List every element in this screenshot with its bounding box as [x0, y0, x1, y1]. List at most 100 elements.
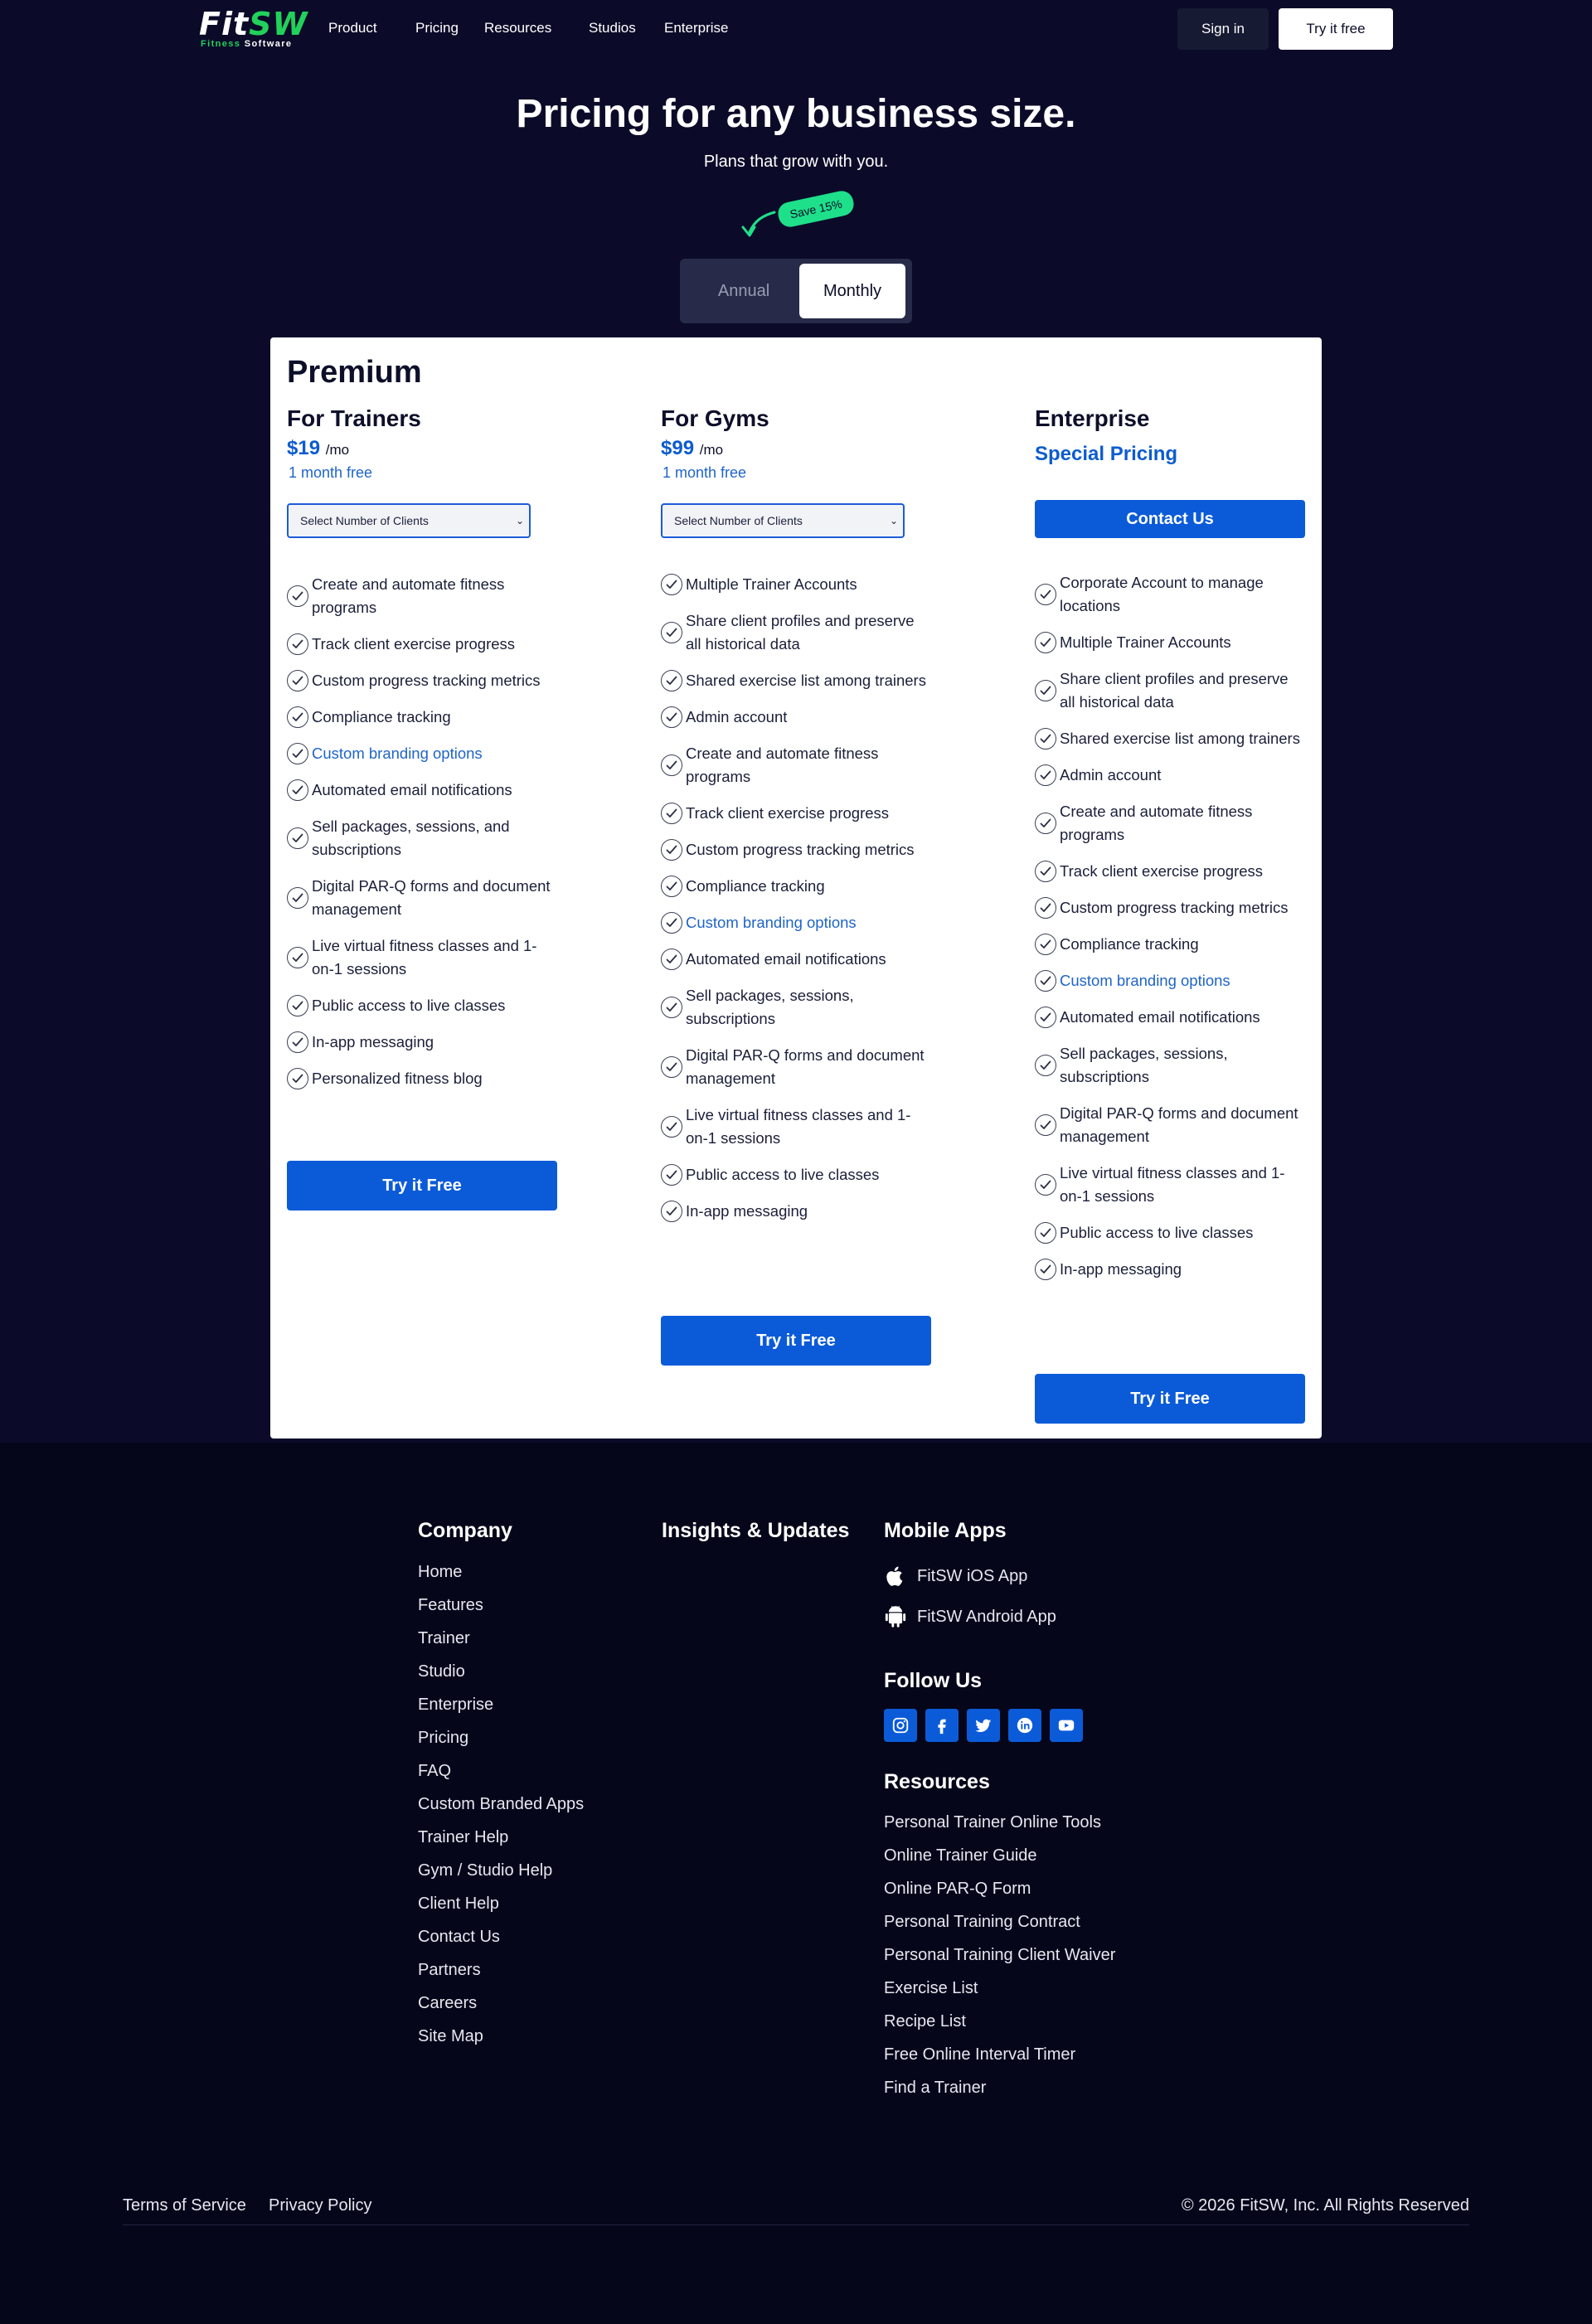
- trainers-column: For Trainers $19 /mo 1 month free Select…: [287, 404, 561, 1104]
- check-icon: [1035, 728, 1056, 750]
- feature-label[interactable]: Custom branding options: [312, 742, 552, 765]
- feature-label: Custom progress tracking metrics: [312, 672, 541, 689]
- footer-link[interactable]: FAQ: [418, 1754, 584, 1788]
- feature-item: Compliance tracking: [287, 706, 561, 729]
- feature-item: Admin account: [1035, 764, 1308, 787]
- check-icon: [661, 1201, 682, 1222]
- enterprise-try-free-button[interactable]: Try it Free: [1035, 1374, 1305, 1424]
- footer-link[interactable]: Personal Trainer Online Tools: [884, 1806, 1115, 1839]
- footer-link[interactable]: Custom Branded Apps: [418, 1788, 584, 1821]
- curved-arrow-icon: [741, 211, 776, 237]
- footer-link[interactable]: Client Help: [418, 1887, 584, 1920]
- toggle-annual[interactable]: Annual: [690, 265, 798, 317]
- nav-product[interactable]: Product: [328, 18, 377, 38]
- feature-item: Personalized fitness blog: [287, 1067, 561, 1090]
- check-icon: [287, 633, 308, 655]
- feature-item: Track client exercise progress: [661, 802, 934, 825]
- footer-resources-links: Personal Trainer Online Tools Online Trai…: [884, 1806, 1115, 2104]
- footer-link[interactable]: Careers: [418, 1987, 584, 2020]
- footer-link[interactable]: Pricing: [418, 1721, 584, 1754]
- android-icon: [885, 1606, 906, 1628]
- feature-label: Sell packages, sessions, subscriptions: [686, 987, 854, 1027]
- feature-item: Live virtual fitness classes and 1-on-1 …: [661, 1104, 934, 1150]
- footer-link[interactable]: Online PAR-Q Form: [884, 1872, 1115, 1905]
- feature-label: Shared exercise list among trainers: [1060, 730, 1300, 747]
- try-free-header-button[interactable]: Try it free: [1279, 8, 1393, 50]
- check-icon: [287, 1068, 308, 1089]
- footer-link[interactable]: Enterprise: [418, 1688, 584, 1721]
- footer-link[interactable]: Studio: [418, 1655, 584, 1688]
- gyms-client-select[interactable]: Select Number of Clients ⌄: [661, 503, 905, 538]
- feature-label: Live virtual fitness classes and 1-on-1 …: [312, 937, 537, 978]
- feature-item: Custom branding options: [287, 742, 561, 765]
- toggle-monthly[interactable]: Monthly: [799, 264, 905, 318]
- logo-tagline: Fitness Software: [199, 39, 302, 49]
- footer-link[interactable]: Contact Us: [418, 1920, 584, 1953]
- footer-link[interactable]: Free Online Interval Timer: [884, 2038, 1115, 2071]
- apple-icon: [886, 1566, 903, 1586]
- gyms-try-free-button[interactable]: Try it Free: [661, 1316, 931, 1366]
- feature-label: Share client profiles and preserve all h…: [1060, 670, 1289, 711]
- instagram-icon[interactable]: [884, 1709, 917, 1742]
- check-icon: [661, 1116, 682, 1138]
- footer-link[interactable]: Online Trainer Guide: [884, 1839, 1115, 1872]
- footer-link[interactable]: Gym / Studio Help: [418, 1854, 584, 1887]
- footer-link[interactable]: Features: [418, 1589, 584, 1622]
- footer-company-heading: Company: [418, 1519, 512, 1542]
- signin-button[interactable]: Sign in: [1177, 8, 1269, 50]
- nav-pricing[interactable]: Pricing: [415, 18, 459, 38]
- feature-label[interactable]: Custom branding options: [1060, 969, 1300, 992]
- feature-item: Custom progress tracking metrics: [661, 838, 934, 861]
- footer-link[interactable]: Personal Training Client Waiver: [884, 1938, 1115, 1972]
- terms-link[interactable]: Terms of Service: [123, 2195, 246, 2216]
- footer-link[interactable]: Partners: [418, 1953, 584, 1987]
- billing-toggle: Annual Monthly: [680, 259, 912, 323]
- check-icon: [287, 670, 308, 691]
- feature-item: Public access to live classes: [1035, 1221, 1308, 1244]
- facebook-icon[interactable]: [925, 1709, 959, 1742]
- trainers-title: For Trainers: [287, 405, 421, 431]
- feature-item: Public access to live classes: [287, 994, 561, 1017]
- feature-label: Personalized fitness blog: [312, 1070, 483, 1087]
- trainers-client-select[interactable]: Select Number of Clients ⌄: [287, 503, 531, 538]
- feature-item: Digital PAR-Q forms and document managem…: [661, 1044, 934, 1090]
- nav-studios[interactable]: Studios: [589, 18, 636, 38]
- footer-link[interactable]: Personal Training Contract: [884, 1905, 1115, 1938]
- check-icon: [1035, 1007, 1056, 1028]
- feature-item: Public access to live classes: [661, 1163, 934, 1186]
- check-icon: [287, 1031, 308, 1053]
- feature-label: In-app messaging: [1060, 1260, 1182, 1278]
- gyms-price-value: $99: [661, 437, 695, 459]
- check-icon: [287, 706, 308, 728]
- footer-link[interactable]: Trainer Help: [418, 1821, 584, 1854]
- feature-label[interactable]: Custom branding options: [686, 911, 926, 934]
- check-icon: [1035, 1114, 1056, 1136]
- trainers-try-free-button[interactable]: Try it Free: [287, 1161, 557, 1211]
- fitsw-logo[interactable]: FitSW Fitness Software: [199, 8, 307, 49]
- footer-link[interactable]: Exercise List: [884, 1972, 1115, 2005]
- footer-link[interactable]: Site Map: [418, 2020, 584, 2053]
- linkedin-icon[interactable]: [1008, 1709, 1041, 1742]
- trainers-price: $19 /mo: [287, 437, 561, 462]
- check-icon: [1035, 813, 1056, 834]
- feature-label: Sell packages, sessions, subscriptions: [1060, 1045, 1228, 1085]
- contact-us-button[interactable]: Contact Us: [1035, 500, 1305, 538]
- twitter-icon[interactable]: [967, 1709, 1000, 1742]
- footer-link[interactable]: Home: [418, 1555, 584, 1589]
- footer-link[interactable]: Trainer: [418, 1622, 584, 1655]
- check-icon: [1035, 764, 1056, 786]
- ios-app-link[interactable]: FitSW iOS App: [884, 1564, 1027, 1589]
- footer-link[interactable]: Recipe List: [884, 2005, 1115, 2038]
- privacy-link[interactable]: Privacy Policy: [269, 2195, 371, 2216]
- feature-item: Shared exercise list among trainers: [661, 669, 934, 692]
- check-icon: [661, 754, 682, 776]
- nav-enterprise[interactable]: Enterprise: [664, 18, 728, 38]
- top-nav: FitSW Fitness Software Product Pricing R…: [0, 0, 1592, 56]
- check-icon: [661, 997, 682, 1018]
- android-app-link[interactable]: FitSW Android App: [884, 1604, 1056, 1629]
- check-icon: [1035, 584, 1056, 605]
- nav-resources[interactable]: Resources: [484, 18, 551, 38]
- youtube-icon[interactable]: [1050, 1709, 1083, 1742]
- footer-link[interactable]: Find a Trainer: [884, 2071, 1115, 2104]
- enterprise-column: Enterprise Special Pricing Contact Us Co…: [1035, 404, 1308, 1294]
